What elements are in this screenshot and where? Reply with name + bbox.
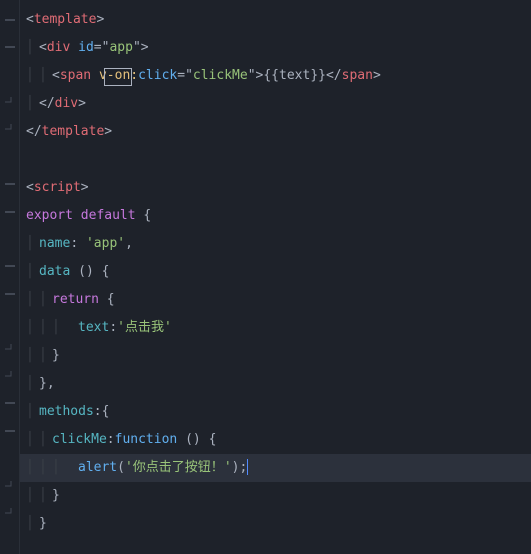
gutter-blank (0, 225, 19, 252)
method-name: clickMe (52, 432, 107, 447)
code-line[interactable]: ││} (26, 342, 531, 370)
attr-value: clickMe (193, 68, 248, 83)
string: 点击我 (125, 320, 164, 335)
gutter (0, 0, 20, 554)
code-line[interactable] (26, 146, 531, 174)
code-line[interactable]: <script> (26, 174, 531, 202)
property-name: methods (39, 404, 94, 419)
fold-icon[interactable] (0, 253, 19, 280)
bracket: > (96, 12, 104, 27)
code-line[interactable]: │methods:{ (26, 398, 531, 426)
mustache: {{text}} (263, 68, 326, 83)
directive: v-on: (99, 68, 138, 83)
gutter-blank (0, 61, 19, 88)
code-editor[interactable]: <template> │<div id="app"> ││<span v-on:… (20, 0, 531, 554)
code-line[interactable]: │}, (26, 370, 531, 398)
fold-close-icon (0, 335, 19, 362)
fold-close-icon (0, 472, 19, 499)
fold-close-icon (0, 362, 19, 389)
fold-close-icon (0, 88, 19, 115)
fold-icon[interactable] (0, 6, 19, 33)
keyword: default (81, 208, 136, 223)
code-line[interactable]: │} (26, 510, 531, 538)
property-name: text (78, 320, 109, 335)
gutter-blank (0, 143, 19, 170)
tag-name: template (34, 12, 97, 27)
fold-icon[interactable] (0, 390, 19, 417)
bracket: < (26, 12, 34, 27)
gutter-blank (0, 307, 19, 334)
keyword: return (52, 292, 99, 307)
code-line[interactable]: ││clickMe:function () { (26, 426, 531, 454)
code-line[interactable]: </template> (26, 118, 531, 146)
fold-close-icon (0, 499, 19, 526)
fold-icon[interactable] (0, 280, 19, 307)
property-name: name (39, 236, 70, 251)
fold-icon[interactable] (0, 170, 19, 197)
function-call: alert (78, 460, 117, 475)
code-line[interactable]: │<div id="app"> (26, 34, 531, 62)
attr-name: id (78, 40, 94, 55)
event-name: click (138, 68, 177, 83)
gutter-blank (0, 445, 19, 472)
keyword: export (26, 208, 73, 223)
string: app (94, 236, 117, 251)
code-line[interactable]: │name: 'app', (26, 230, 531, 258)
fold-icon[interactable] (0, 33, 19, 60)
code-line[interactable]: ││return { (26, 286, 531, 314)
code-line[interactable]: ││<span v-on:click="clickMe">{{text}}</s… (26, 62, 531, 90)
text-cursor (247, 459, 248, 475)
fold-icon[interactable] (0, 198, 19, 225)
code-line[interactable]: │data () { (26, 258, 531, 286)
tag-name: div (47, 40, 70, 55)
code-line[interactable]: <template> (26, 6, 531, 34)
code-line-active[interactable]: │││ alert('你点击了按钮！'); (20, 454, 531, 482)
code-line[interactable]: ││} (26, 482, 531, 510)
tag-name: div (55, 96, 78, 111)
attr-value: app (109, 40, 132, 55)
fold-close-icon (0, 116, 19, 143)
code-line[interactable]: export default { (26, 202, 531, 230)
property-name: data (39, 264, 70, 279)
fold-icon[interactable] (0, 417, 19, 444)
code-line[interactable]: │</div> (26, 90, 531, 118)
tag-name: template (42, 124, 105, 139)
tag-name: script (34, 180, 81, 195)
bracket: < (39, 40, 47, 55)
code-line[interactable]: │││ text:'点击我' (26, 314, 531, 342)
string: 你点击了按钮！ (133, 460, 224, 475)
tag-name: span (60, 68, 91, 83)
keyword: function (115, 432, 178, 447)
gutter-blank (0, 527, 19, 554)
